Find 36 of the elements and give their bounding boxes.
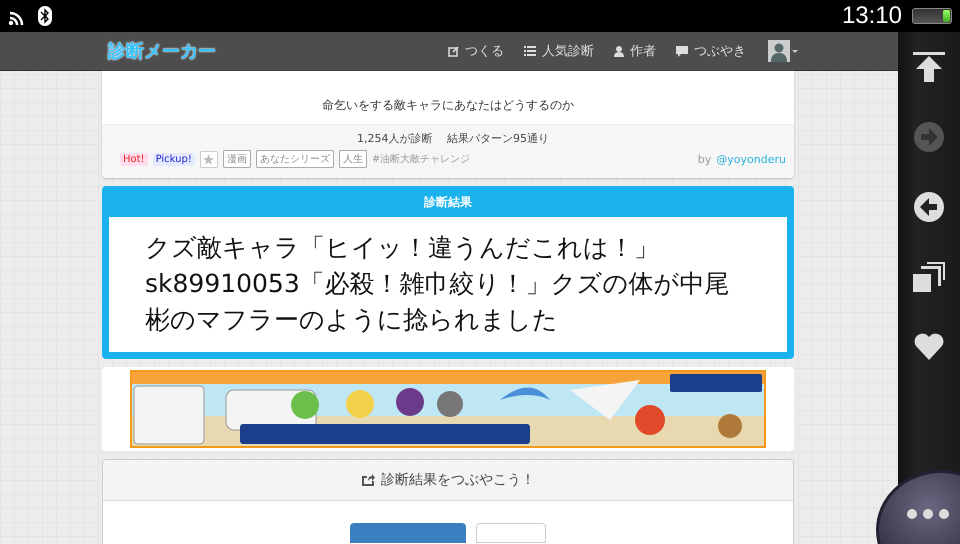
bluetooth-icon	[38, 6, 52, 26]
scroll-top-icon	[913, 52, 945, 82]
share-title: 診断結果をつぶやこう！	[381, 471, 535, 489]
hot-badge: Hot!	[120, 152, 148, 166]
tag-link[interactable]: 漫画	[222, 150, 251, 168]
nav-link[interactable]: 人気診断	[524, 42, 594, 60]
result-title: 診断結果	[422, 194, 473, 211]
clock: 13:10	[842, 2, 902, 30]
sidebar-button[interactable]	[914, 332, 944, 360]
sidebar-button[interactable]	[913, 262, 945, 292]
person-icon	[614, 46, 624, 56]
nav-link[interactable]: 作者	[614, 42, 656, 60]
hashtag-link[interactable]: #油断大敵チャレンジ	[372, 152, 470, 166]
sidebar-button[interactable]	[913, 52, 945, 82]
diagnosis-stats: 1,254人が診断 結果パターン95通り	[356, 131, 550, 146]
site-logo[interactable]: 診断メーカー	[108, 39, 216, 63]
result-text: クズ敵キャラ「ヒイッ！違うんだこれは！」 sk89910053「必殺！雑巾絞り！」クズの体が中尾彬のマフラーのように捻られました	[109, 217, 787, 352]
heart-icon	[914, 332, 944, 360]
diagnosis-description: 命乞いをする敵キャラにあなたはどうするのか	[321, 97, 575, 114]
list-icon	[524, 46, 536, 56]
battery-icon	[912, 8, 952, 24]
share-icon	[361, 473, 375, 487]
sidebar-button[interactable]	[914, 192, 944, 222]
account-menu[interactable]	[768, 40, 798, 62]
star-icon	[203, 154, 214, 164]
author-link[interactable]: @yoyonderu	[716, 152, 786, 166]
windows-icon	[913, 262, 945, 292]
pickup-badge: Pickup!	[152, 152, 195, 166]
tag-link[interactable]: 人生	[338, 150, 367, 168]
comment-icon	[676, 46, 688, 56]
by-label: by	[698, 152, 712, 166]
nav-link[interactable]: つくる	[448, 42, 504, 60]
nav-link[interactable]: つぶやき	[676, 42, 746, 60]
more-icon	[906, 508, 950, 520]
edit-icon	[448, 46, 459, 56]
tag-link[interactable]: あなたシリーズ	[256, 150, 334, 168]
